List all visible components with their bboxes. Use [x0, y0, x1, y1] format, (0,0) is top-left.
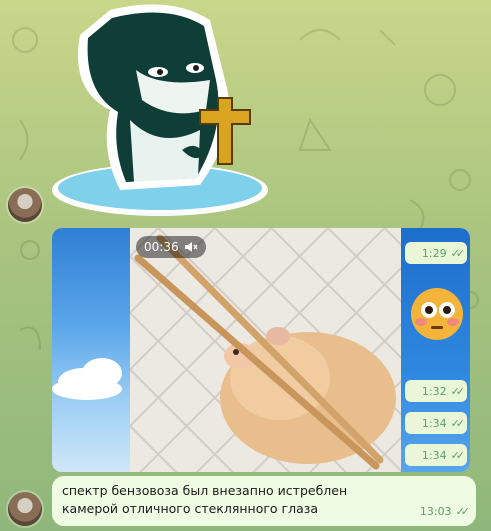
background-chat-panel: 1:29 ✓✓ 1:32 ✓✓ 1:34 ✓✓ 1:34 ✓✓ — [401, 228, 470, 472]
orca-priest-sticker[interactable] — [50, 0, 276, 220]
timestamp-pill: 1:32 ✓✓ — [405, 380, 467, 402]
message-time: 13:03 — [419, 505, 452, 518]
video-message[interactable]: 00:36 1:29 ✓✓ 1:32 ✓✓ 1:34 ✓✓ 1:34 ✓✓ — [52, 228, 470, 472]
timestamp-text: 1:29 — [421, 246, 447, 260]
double-check-icon: ✓✓ — [450, 384, 466, 398]
timestamp-text: 1:34 — [421, 416, 447, 430]
hamster-video-frame[interactable]: 00:36 — [130, 228, 401, 472]
message-bubble[interactable]: спектр бензовоза был внезапно истреблен … — [52, 476, 476, 526]
hamster-with-chopsticks-image — [130, 228, 401, 472]
timestamp-text: 1:34 — [421, 448, 447, 462]
sender-avatar[interactable] — [8, 492, 42, 526]
timestamp-pill: 1:34 ✓✓ — [405, 412, 467, 434]
sender-avatar[interactable] — [8, 188, 42, 222]
video-duration: 00:36 — [144, 240, 179, 254]
timestamp-pill: 1:34 ✓✓ — [405, 444, 467, 466]
double-check-icon: ✓✓ — [450, 416, 466, 430]
double-check-icon: ✓✓ — [450, 448, 466, 462]
video-duration-badge: 00:36 — [136, 236, 206, 258]
flushed-face-emoji — [411, 288, 463, 340]
double-check-icon: ✓✓ — [450, 246, 466, 260]
message-meta: 13:03 ✓✓ — [419, 503, 471, 521]
message-text: спектр бензовоза был внезапно истреблен … — [62, 483, 348, 516]
double-check-icon: ✓✓ — [455, 505, 471, 518]
background-sky-panel — [52, 228, 134, 472]
timestamp-pill: 1:29 ✓✓ — [405, 242, 467, 264]
muted-speaker-icon[interactable] — [184, 241, 198, 253]
timestamp-text: 1:32 — [421, 384, 447, 398]
